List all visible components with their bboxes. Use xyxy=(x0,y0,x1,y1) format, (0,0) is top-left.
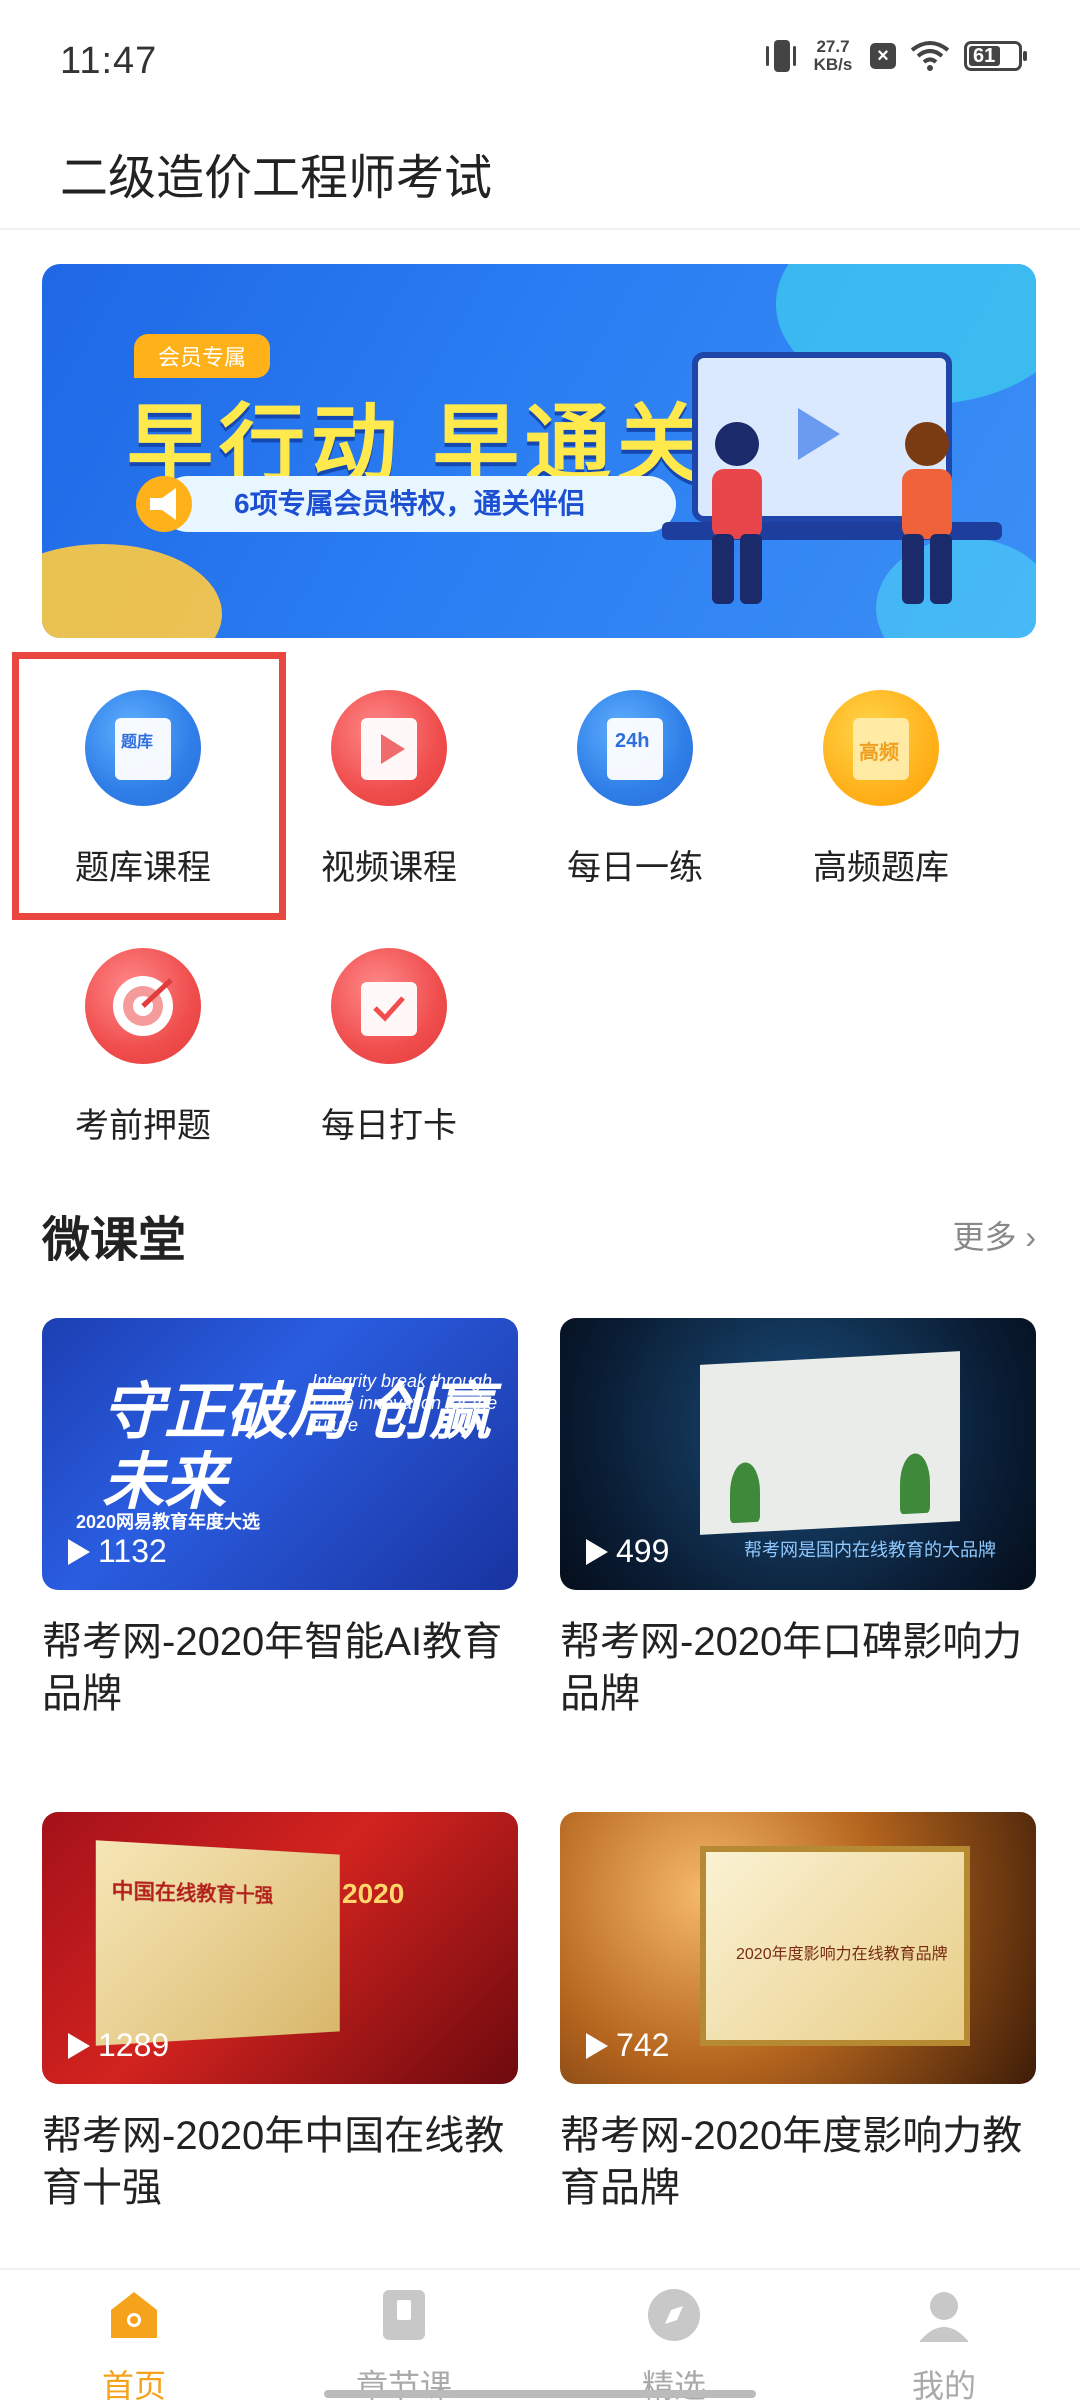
nav-label: 章节课 xyxy=(355,2368,452,2404)
daily-practice-glyph: 24h xyxy=(615,730,650,752)
play-icon xyxy=(68,2032,90,2059)
gesture-bar[interactable] xyxy=(324,2390,756,2398)
banner-subtitle: 6项专属会员特权，通关伴侣 xyxy=(160,476,676,532)
status-time: 11:47 xyxy=(60,40,158,82)
play-count: 1132 xyxy=(68,1533,167,1570)
grid-label: 高频题库 xyxy=(813,849,949,887)
video-card[interactable]: 2020年度影响力在线教育品牌 742 帮考网-2020年度影响力教育品牌 xyxy=(560,1812,1036,2272)
nav-label: 精选 xyxy=(641,2368,706,2404)
nav-item-profile[interactable]: 我的 xyxy=(844,2286,1044,2407)
more-link[interactable]: 更多 › xyxy=(952,1212,1036,1258)
megaphone-icon xyxy=(136,476,192,532)
app-header: 二级造价工程师考试 xyxy=(0,120,1080,230)
play-icon xyxy=(586,2032,608,2059)
play-icon xyxy=(68,1538,90,1565)
bottom-nav: 首页 章节课 精选 我的 xyxy=(0,2268,1080,2408)
play-icon xyxy=(586,1538,608,1565)
video-thumbnail: 帮考网是国内在线教育的大品牌 499 xyxy=(560,1318,1036,1590)
wifi-icon xyxy=(910,41,950,71)
video-card[interactable]: 中国在线教育十强 2020 1289 帮考网-2020年中国在线教育十强 xyxy=(42,1812,518,2272)
play-count-value: 499 xyxy=(616,1533,670,1569)
status-icons: 27.7 KB/s × 61 xyxy=(766,38,1027,74)
play-count: 1289 xyxy=(68,2027,169,2064)
target-icon xyxy=(85,948,201,1064)
video-thumbnail: 守正破局 创赢未来 Integrity break through Drive … xyxy=(42,1318,518,1590)
nav-item-featured[interactable]: 精选 xyxy=(574,2286,774,2407)
video-icon xyxy=(331,690,447,806)
video-title: 帮考网-2020年度影响力教育品牌 xyxy=(560,2114,1023,2210)
grid-item-daily-checkin[interactable]: 每日打卡 xyxy=(266,918,512,1168)
video-card[interactable]: 守正破局 创赢未来 Integrity break through Drive … xyxy=(42,1318,518,1778)
battery-icon: 61 xyxy=(964,41,1027,71)
teacher-illustration xyxy=(902,422,952,604)
daily-practice-icon: 24h xyxy=(577,690,693,806)
promo-banner[interactable]: 会员专属 早行动 早通关 6项专属会员特权，通关伴侣 xyxy=(42,264,1036,638)
home-icon xyxy=(111,2292,157,2338)
student-illustration xyxy=(712,422,762,604)
more-link-label: 更多 xyxy=(952,1219,1017,1255)
grid-label: 每日一练 xyxy=(567,849,703,887)
thumb-text: 2020年度影响力在线教育品牌 xyxy=(736,1946,948,1963)
book-icon xyxy=(383,2290,425,2340)
video-title: 帮考网-2020年中国在线教育十强 xyxy=(42,2114,505,2210)
thumb-badge: 2020 xyxy=(342,1878,405,1909)
video-thumbnail: 2020年度影响力在线教育品牌 742 xyxy=(560,1812,1036,2084)
play-count: 742 xyxy=(586,2027,669,2064)
banner-tag: 会员专属 xyxy=(134,334,271,378)
section-title: 微课堂 xyxy=(42,1214,187,1267)
video-card[interactable]: 帮考网是国内在线教育的大品牌 499 帮考网-2020年口碑影响力品牌 xyxy=(560,1318,1036,1778)
profile-icon xyxy=(919,2292,969,2342)
grid-label: 考前押题 xyxy=(75,1107,211,1145)
high-frequency-icon: 高频 xyxy=(823,690,939,806)
calendar-check-icon xyxy=(331,948,447,1064)
battery-level: 61 xyxy=(973,44,996,67)
high-frequency-glyph: 高频 xyxy=(859,742,899,764)
thumb-sub-text: 2020网易教育年度大选 xyxy=(76,1512,261,1532)
video-title: 帮考网-2020年智能AI教育品牌 xyxy=(42,1620,503,1716)
network-speed: 27.7 KB/s xyxy=(810,38,856,74)
status-bar: 11:47 27.7 KB/s × 61 xyxy=(0,0,1080,120)
page-title: 二级造价工程师考试 xyxy=(60,152,493,205)
video-thumbnail: 中国在线教育十强 2020 1289 xyxy=(42,1812,518,2084)
nav-item-chapter[interactable]: 章节课 xyxy=(304,2286,504,2407)
grid-item-video-course[interactable]: 视频课程 xyxy=(266,660,512,910)
play-count: 499 xyxy=(586,1533,669,1570)
play-count-value: 1132 xyxy=(98,1533,167,1569)
banner-subtitle-text: 6项专属会员特权，通关伴侣 xyxy=(234,488,586,519)
nav-item-home[interactable]: 首页 xyxy=(34,2286,234,2407)
notification-x-icon: × xyxy=(870,43,896,69)
video-title: 帮考网-2020年口碑影响力品牌 xyxy=(560,1620,1023,1716)
thumb-en-text: Integrity break through Drive innovation… xyxy=(312,1371,498,1435)
grid-item-exam-predict[interactable]: 考前押题 xyxy=(20,918,266,1168)
thumb-text: 中国在线教育十强 xyxy=(111,1879,274,1908)
play-count-value: 1289 xyxy=(98,2027,170,2063)
grid-label: 每日打卡 xyxy=(321,1107,457,1145)
network-speed-value: 27.7 xyxy=(816,37,850,56)
nav-label: 首页 xyxy=(101,2368,166,2404)
grid-item-high-frequency[interactable]: 高频 高频题库 xyxy=(758,660,1004,910)
grid-item-daily-practice[interactable]: 24h 每日一练 xyxy=(512,660,758,910)
play-count-value: 742 xyxy=(616,2027,670,2063)
nav-label: 我的 xyxy=(911,2368,976,2404)
grid-label: 视频课程 xyxy=(321,849,457,887)
highlight-box xyxy=(12,652,286,920)
chevron-right-icon: › xyxy=(1016,1219,1036,1255)
vibrate-icon xyxy=(766,38,796,74)
network-speed-unit: KB/s xyxy=(813,55,853,74)
thumb-caption: 帮考网是国内在线教育的大品牌 xyxy=(744,1540,996,1560)
compass-icon xyxy=(648,2289,700,2341)
